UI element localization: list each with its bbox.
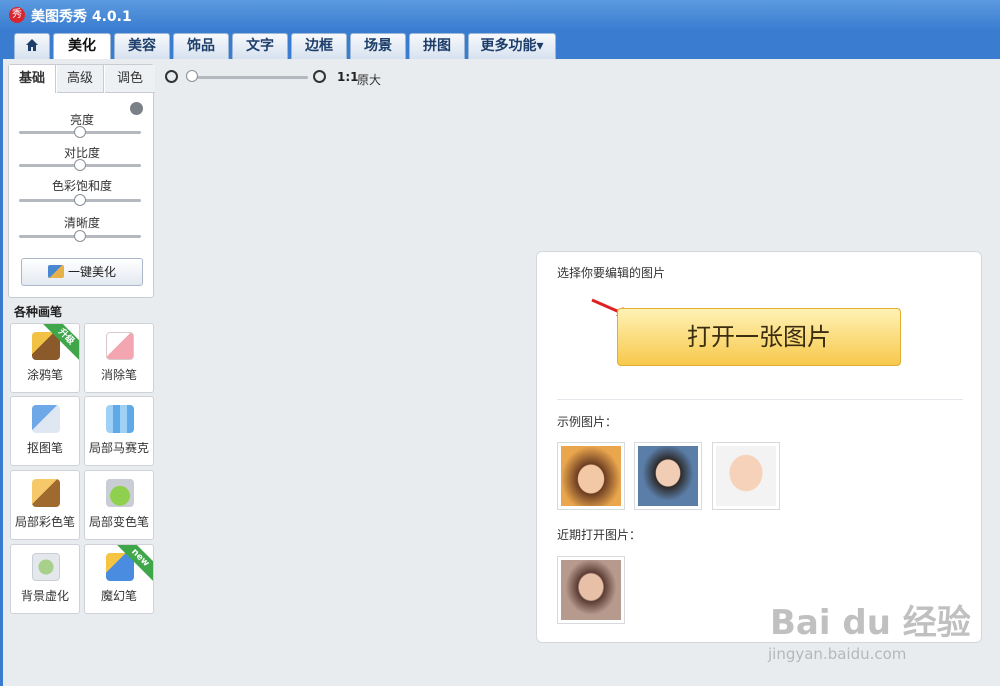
brush-eraser[interactable]: 消除笔 — [84, 323, 154, 393]
brush-label: 涂鸦笔 — [26, 368, 63, 382]
tab-collage[interactable]: 拼图 — [409, 33, 465, 59]
saturation-slider[interactable] — [19, 194, 141, 206]
tab-scenes[interactable]: 场景 — [350, 33, 406, 59]
subtab-color[interactable]: 调色 — [105, 65, 155, 93]
brush-magic[interactable]: new 魔幻笔 — [84, 544, 154, 614]
brush-background-blur[interactable]: 背景虚化 — [10, 544, 80, 614]
home-icon — [26, 39, 38, 51]
brush-label: 魔幻笔 — [100, 589, 137, 603]
adjust-panel: 基础 高级 调色 亮度 对比度 色彩饱和度 清晰度 一键美化 — [8, 64, 155, 298]
baidu-watermark-url: jingyan.baidu.com — [768, 645, 907, 663]
tab-accessories[interactable]: 饰品 — [173, 33, 229, 59]
sample-photo — [638, 446, 698, 506]
open-image-button[interactable]: 打开一张图片 — [617, 308, 901, 366]
brush-label: 消除笔 — [100, 368, 137, 382]
subtab-advanced[interactable]: 高级 — [57, 65, 104, 93]
zoom-slider-thumb[interactable] — [186, 70, 198, 82]
zoom-slider[interactable] — [186, 76, 308, 79]
sample-image-thumbnail[interactable] — [557, 442, 625, 510]
tab-home[interactable] — [14, 33, 50, 59]
app-title: 美图秀秀 4.0.1 — [31, 9, 132, 25]
brush-label: 局部彩色笔 — [14, 515, 75, 529]
blur-icon — [32, 553, 60, 581]
zoom-original-label[interactable]: 原大 — [357, 71, 381, 88]
brush-label: 抠图笔 — [26, 441, 63, 455]
brush-mosaic[interactable]: 局部马赛克 — [84, 396, 154, 466]
brightness-slider[interactable] — [19, 126, 141, 138]
main-tab-bar: 美化 美容 饰品 文字 边框 场景 拼图 更多功能▾ — [0, 30, 1000, 59]
brush-doodle[interactable]: 升级 涂鸦笔 — [10, 323, 80, 393]
slider-thumb[interactable] — [74, 126, 86, 138]
tab-frames[interactable]: 边框 — [291, 33, 347, 59]
sample-image-thumbnail[interactable] — [634, 442, 702, 510]
sample-photo — [561, 446, 621, 506]
select-image-prompt: 选择你要编辑的图片 — [557, 266, 666, 280]
sharpness-label: 清晰度 — [63, 216, 100, 230]
sharpness-slider[interactable] — [19, 230, 141, 242]
brush-cutout[interactable]: 抠图笔 — [10, 396, 80, 466]
one-click-beautify-label: 一键美化 — [67, 265, 116, 279]
tab-beautify[interactable]: 美化 — [53, 33, 111, 59]
recent-photo — [561, 560, 621, 620]
brush-recolor[interactable]: 局部变色笔 — [84, 470, 154, 540]
brush-label: 局部变色笔 — [88, 515, 149, 529]
tab-beauty[interactable]: 美容 — [114, 33, 170, 59]
tab-more-features[interactable]: 更多功能▾ — [468, 33, 556, 59]
divider — [557, 399, 963, 400]
color-brush-icon — [32, 479, 60, 507]
brush-label: 局部马赛克 — [88, 441, 149, 455]
zoom-in-icon[interactable] — [313, 70, 326, 83]
subtab-basic[interactable]: 基础 — [9, 65, 56, 93]
mosaic-icon — [106, 405, 134, 433]
brush-label: 背景虚化 — [20, 589, 69, 603]
title-bar: 秀 美图秀秀 4.0.1 — [0, 0, 1000, 30]
slider-thumb[interactable] — [74, 194, 86, 206]
recent-label: 近期打开图片： — [557, 528, 642, 542]
tab-text[interactable]: 文字 — [232, 33, 288, 59]
paint-bucket-icon — [106, 479, 134, 507]
recent-image-thumbnail[interactable] — [557, 556, 625, 624]
magic-wand-icon — [47, 265, 64, 278]
contrast-slider[interactable] — [19, 159, 141, 171]
sample-image-thumbnail[interactable] — [712, 442, 780, 510]
slider-thumb[interactable] — [74, 230, 86, 242]
eraser-icon — [106, 332, 134, 360]
samples-label: 示例图片： — [557, 415, 618, 429]
baidu-watermark: Bai du 经验 — [770, 603, 971, 643]
app-logo-icon: 秀 — [9, 7, 25, 23]
one-click-beautify-button[interactable]: 一键美化 — [21, 258, 143, 286]
brushes-title: 各种画笔 — [14, 305, 63, 319]
brush-color[interactable]: 局部彩色笔 — [10, 470, 80, 540]
sample-photo — [716, 446, 776, 506]
open-image-card: 选择你要编辑的图片 打开一张图片 示例图片： 近期打开图片： — [536, 251, 982, 643]
zoom-out-icon[interactable] — [165, 70, 178, 83]
slider-thumb[interactable] — [74, 159, 86, 171]
zoom-actual-size-button[interactable]: 1:1 — [337, 70, 359, 84]
cutout-pen-icon — [32, 405, 60, 433]
saturation-label: 色彩饱和度 — [51, 179, 112, 193]
